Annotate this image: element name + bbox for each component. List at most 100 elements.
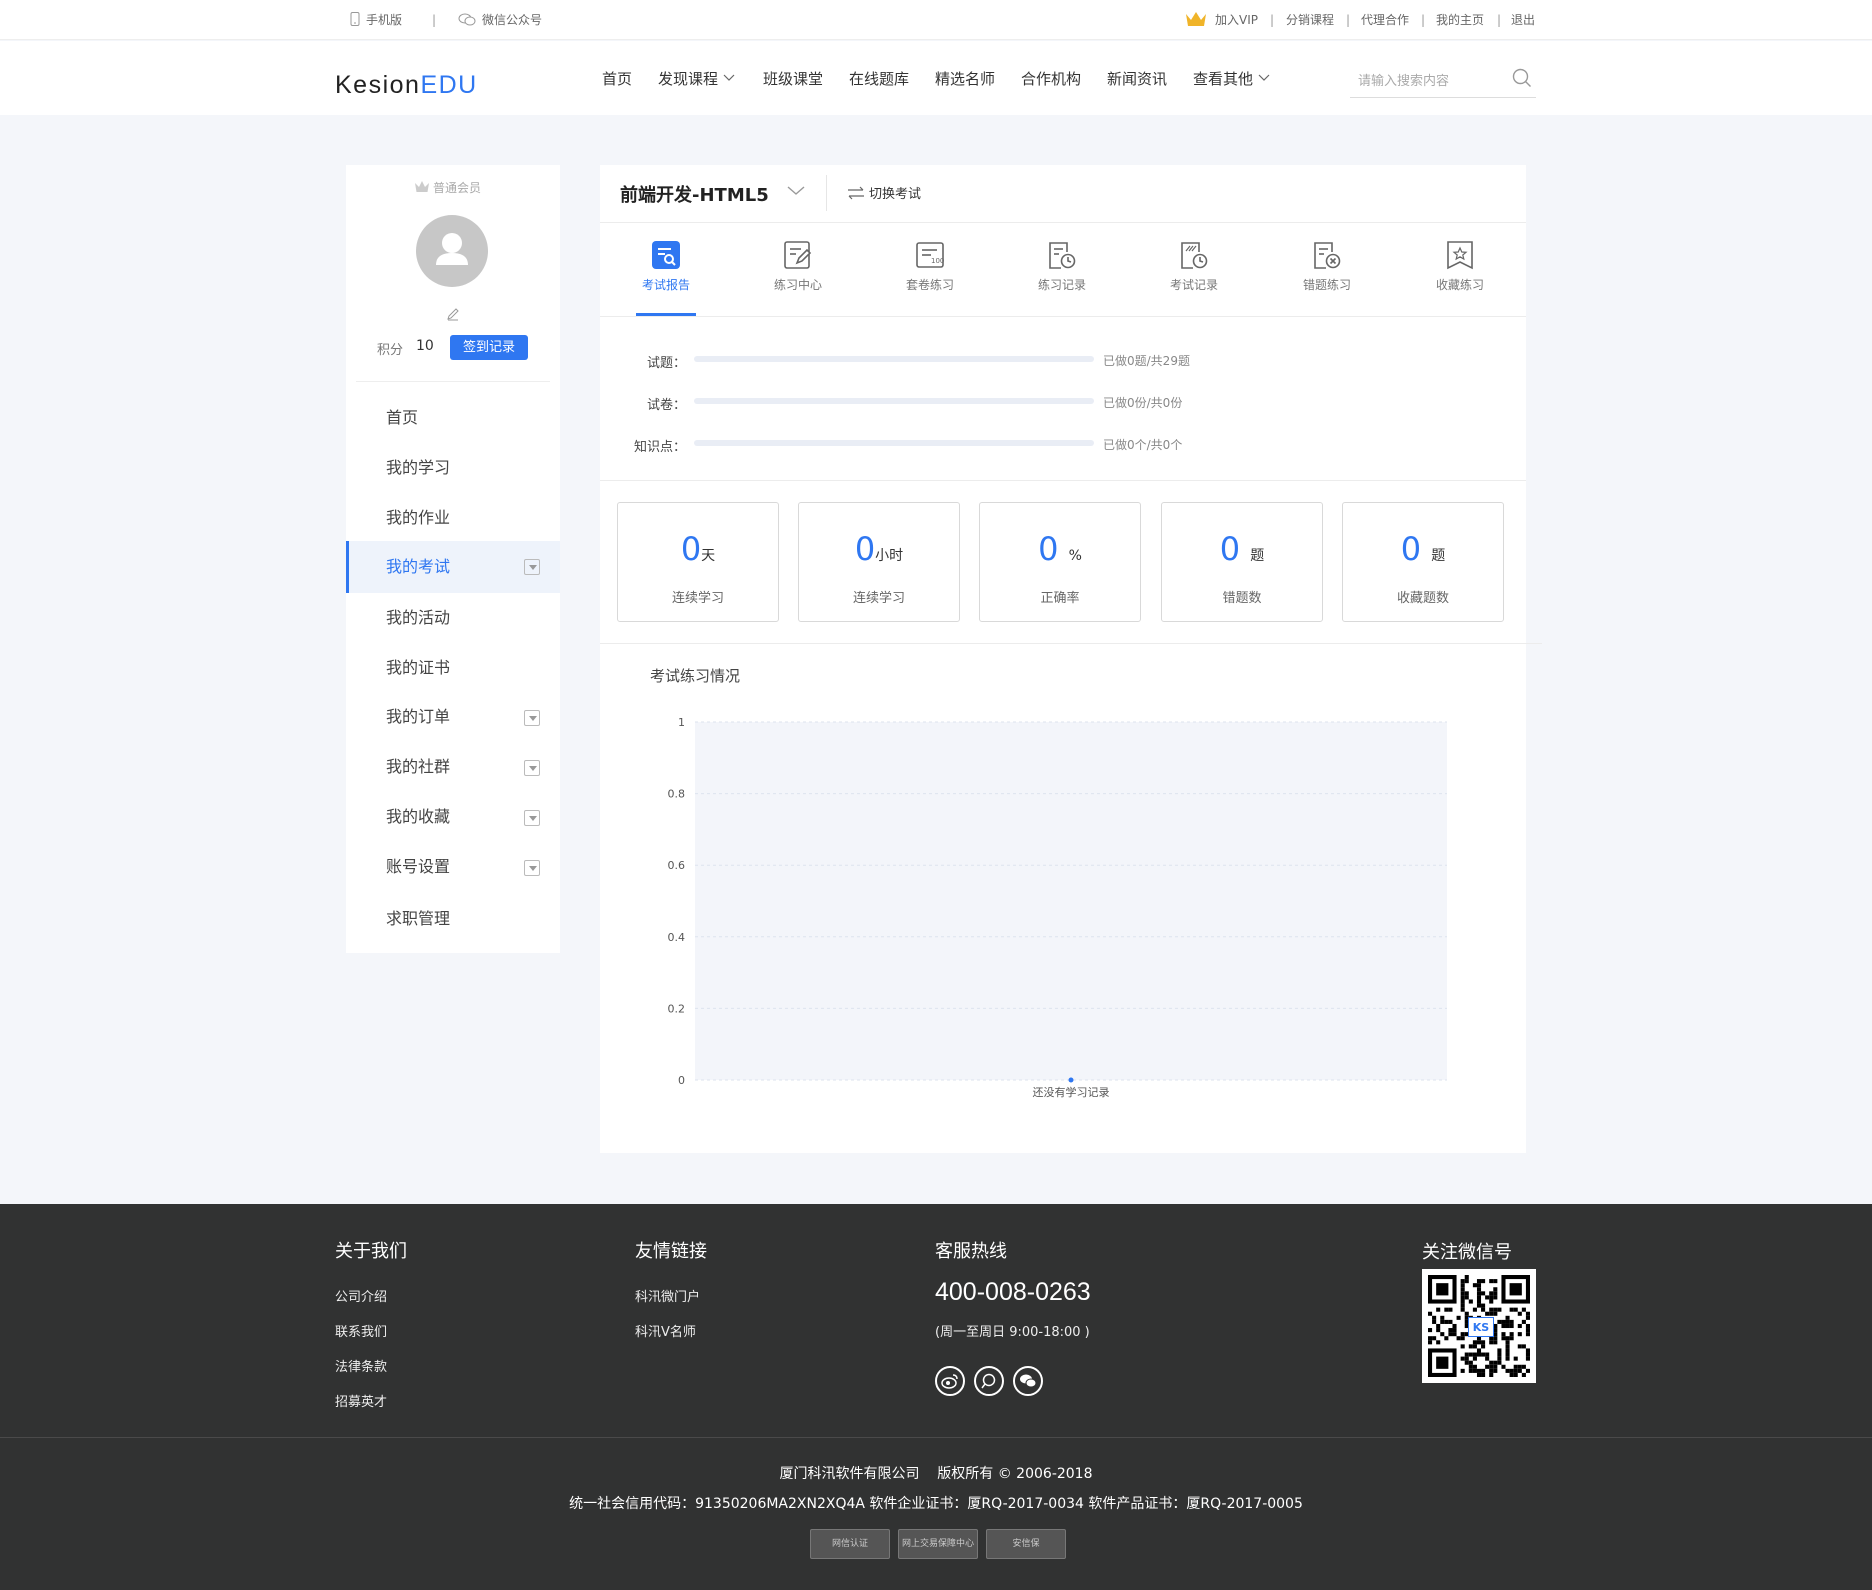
qr-module <box>1460 1291 1465 1296</box>
mobile-link[interactable]: 手机版 <box>350 12 402 28</box>
sidebar: 普通会员 积分 10 签到记录 首页 我的学习 我的作业 我的考试 我的活动 我… <box>346 165 560 953</box>
crown-icon <box>415 181 429 192</box>
qr-module <box>1440 1315 1445 1320</box>
nav-teachers[interactable]: 精选名师 <box>935 69 995 89</box>
qr-module <box>1481 1344 1486 1349</box>
search-icon[interactable] <box>974 1366 1004 1396</box>
tab-practice-record[interactable]: 练习记录 <box>1022 240 1102 293</box>
sidebar-item-my-exam[interactable]: 我的考试 <box>346 541 560 593</box>
tab-exam-record[interactable]: 考试记录 <box>1154 240 1234 293</box>
qr-module <box>1493 1307 1498 1312</box>
nav-more[interactable]: 查看其他 <box>1193 69 1270 89</box>
stat-card-study-days: 0天 连续学习 <box>617 502 779 622</box>
tab-exam-report[interactable]: 考试报告 <box>626 240 706 293</box>
nav-class[interactable]: 班级课堂 <box>763 69 823 89</box>
footer-link-v-teacher[interactable]: 科汛V名师 <box>635 1321 696 1340</box>
footer-link-legal[interactable]: 法律条款 <box>335 1356 387 1375</box>
sidebar-item-home[interactable]: 首页 <box>346 393 560 443</box>
anxinbao-badge[interactable]: 安信保 <box>986 1529 1066 1559</box>
edit-icon[interactable] <box>446 307 460 321</box>
stat-label: 正确率 <box>1040 591 1080 606</box>
qr-module <box>1476 1352 1482 1357</box>
sidebar-item-my-favorites[interactable]: 我的收藏 <box>346 792 560 842</box>
chevron-down-icon[interactable] <box>786 185 806 197</box>
qr-module <box>1489 1311 1494 1316</box>
footer-link-careers[interactable]: 招募英才 <box>335 1391 387 1410</box>
search-input[interactable] <box>1358 70 1498 92</box>
checkin-record-button[interactable]: 签到记录 <box>450 335 528 360</box>
qr-module <box>1513 1372 1518 1377</box>
avatar[interactable] <box>416 215 488 287</box>
sidebar-item-my-study[interactable]: 我的学习 <box>346 443 560 493</box>
wechat-icon <box>458 13 476 26</box>
sidebar-item-label: 我的社群 <box>386 757 451 776</box>
nav-question-bank[interactable]: 在线题库 <box>849 69 909 89</box>
qr-module <box>1521 1344 1526 1349</box>
footer-link-contact[interactable]: 联系我们 <box>335 1321 387 1340</box>
agent-link[interactable]: 代理合作 <box>1361 12 1409 28</box>
expand-icon[interactable] <box>524 810 540 826</box>
tab-paper-practice[interactable]: 100 套卷练习 <box>890 240 970 293</box>
trade-guarantee-badge[interactable]: 网上交易保障中心 <box>898 1529 978 1559</box>
tab-practice-center[interactable]: 练习中心 <box>758 240 838 293</box>
qr-module <box>1513 1307 1518 1312</box>
phone-icon <box>350 12 360 26</box>
sidebar-item-job-management[interactable]: 求职管理 <box>346 894 560 944</box>
sidebar-item-account-settings[interactable]: 账号设置 <box>346 842 560 892</box>
logout-link[interactable]: 退出 <box>1511 12 1535 28</box>
sidebar-item-label: 我的学习 <box>386 458 451 477</box>
tab-favorite-practice[interactable]: 收藏练习 <box>1420 240 1500 293</box>
separator: | <box>1421 13 1426 27</box>
footer-link-micro-portal[interactable]: 科汛微门户 <box>635 1286 700 1305</box>
qr-module <box>1525 1368 1530 1373</box>
nav-home[interactable]: 首页 <box>602 69 632 89</box>
divider <box>600 316 1526 317</box>
wechat-account-link[interactable]: 微信公众号 <box>458 12 542 28</box>
nav-discover-courses[interactable]: 发现课程 <box>658 69 735 89</box>
qr-module <box>1489 1299 1494 1304</box>
footer-link-company[interactable]: 公司介绍 <box>335 1286 387 1305</box>
tab-wrong-questions[interactable]: 错题练习 <box>1287 240 1367 293</box>
nav-partners[interactable]: 合作机构 <box>1021 69 1081 89</box>
qr-module <box>1464 1360 1469 1365</box>
qr-module <box>1521 1307 1526 1312</box>
stat-card-accuracy: 0 % 正确率 <box>979 502 1141 622</box>
distribution-link[interactable]: 分销课程 <box>1286 12 1334 28</box>
qr-module <box>1525 1348 1530 1353</box>
qr-module <box>1505 1368 1510 1373</box>
qr-module <box>1509 1368 1514 1373</box>
sidebar-item-my-community[interactable]: 我的社群 <box>346 742 560 792</box>
qr-module <box>1493 1287 1498 1292</box>
expand-icon[interactable] <box>524 860 540 876</box>
sidebar-item-my-orders[interactable]: 我的订单 <box>346 692 560 742</box>
sidebar-item-my-certificate[interactable]: 我的证书 <box>346 643 560 693</box>
sidebar-item-my-activity[interactable]: 我的活动 <box>346 593 560 643</box>
qr-module <box>1493 1279 1498 1284</box>
sidebar-item-label: 我的作业 <box>386 508 451 527</box>
sidebar-item-label: 首页 <box>386 408 419 427</box>
homepage-link[interactable]: 我的主页 <box>1436 12 1484 28</box>
search-icon[interactable] <box>1512 68 1532 88</box>
sidebar-item-my-homework[interactable]: 我的作业 <box>346 493 560 543</box>
switch-exam-button[interactable]: 切换考试 <box>846 183 921 202</box>
stat-label: 错题数 <box>1222 591 1262 606</box>
points-label: 积分 <box>377 343 404 358</box>
qr-module <box>1476 1340 1482 1345</box>
y-tick-label: 1 <box>678 716 685 729</box>
weibo-icon[interactable] <box>935 1366 965 1396</box>
logo[interactable]: KesionEDU <box>335 70 478 100</box>
tab-label: 练习记录 <box>1037 278 1086 292</box>
qr-module <box>1513 1364 1518 1369</box>
certification-badge[interactable]: 网信认证 <box>810 1529 890 1559</box>
qr-module <box>1444 1319 1449 1324</box>
join-vip-link[interactable]: 加入VIP <box>1215 12 1258 28</box>
qr-module <box>1513 1356 1518 1361</box>
qr-module <box>1509 1307 1514 1312</box>
nav-news[interactable]: 新闻资讯 <box>1107 69 1167 89</box>
expand-icon[interactable] <box>524 559 540 575</box>
wechat-icon[interactable] <box>1013 1366 1043 1396</box>
qr-module <box>1481 1279 1486 1284</box>
qr-module <box>1481 1291 1486 1296</box>
expand-icon[interactable] <box>524 710 540 726</box>
expand-icon[interactable] <box>524 760 540 776</box>
